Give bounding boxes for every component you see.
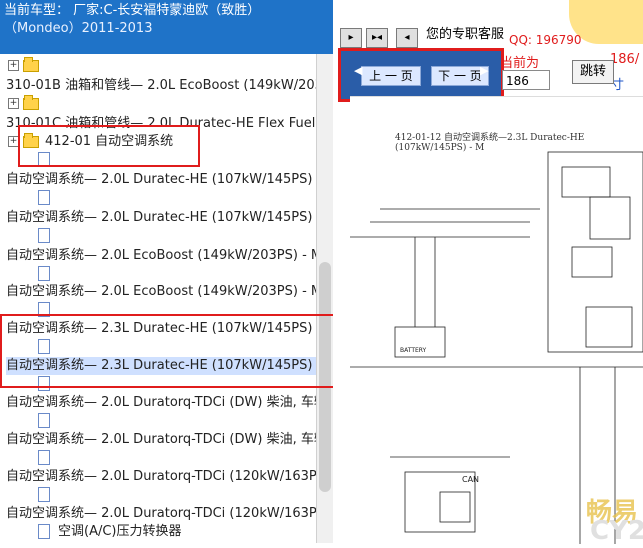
prev-arrow-icon: ◀ bbox=[354, 64, 363, 77]
tree-item-label: 自动空调系统— 2.0L Duratorq-TDCi (DW) 柴油, 车辆配 bbox=[6, 395, 333, 410]
tree-item[interactable]: 310-01B 油箱和管线— 2.0L EcoBoost (149kW/203P… bbox=[6, 77, 333, 95]
tree-doc-node[interactable] bbox=[0, 301, 330, 319]
tree-item-label: 自动空调系统— 2.0L EcoBoost (149kW/203PS) - MI… bbox=[6, 284, 333, 299]
tree-item[interactable]: 自动空调系统— 2.0L Duratorq-TDCi (120kW/163PS)… bbox=[6, 505, 333, 523]
tree-item[interactable]: 自动空调系统— 2.0L Duratorq-TDCi (DW) 柴油, 车辆配 bbox=[6, 394, 333, 412]
catalog-tree: +310-01B 油箱和管线— 2.0L EcoBoost (149kW/203… bbox=[0, 54, 333, 543]
tree-item-label: 310-01B 油箱和管线— 2.0L EcoBoost (149kW/203P… bbox=[6, 78, 333, 93]
can-label: CAN bbox=[462, 475, 479, 484]
battery-label: BATTERY bbox=[400, 347, 427, 354]
vehicle-line2: （Mondeo）2011-2013 bbox=[4, 21, 153, 36]
tree-item-label: 自动空调系统— 2.0L Duratorq-TDCi (120kW/163PS)… bbox=[6, 506, 333, 521]
tree-item[interactable]: 自动空调系统— 2.0L Duratorq-TDCi (DW) 柴油, 车辆配 bbox=[6, 431, 333, 449]
wiring-diagram-svg: BATTERY CAN bbox=[350, 151, 643, 544]
tree-folder-node[interactable]: + bbox=[8, 56, 333, 75]
tree-doc-node[interactable] bbox=[0, 375, 330, 393]
page-number-input[interactable]: 186 bbox=[502, 70, 550, 90]
tree-item[interactable]: 自动空调系统— 2.3L Duratec-HE (107kW/145PS) - … bbox=[6, 357, 333, 375]
tree-scroll-thumb[interactable] bbox=[319, 262, 331, 492]
tree-doc-node[interactable] bbox=[0, 412, 330, 430]
vehicle-line1: 当前车型： 厂家:C-长安福特蒙迪欧（致胜） bbox=[4, 3, 261, 18]
tree-folder-node[interactable]: + bbox=[8, 94, 333, 113]
tree-doc-node[interactable] bbox=[0, 338, 330, 356]
expand-icon[interactable]: + bbox=[8, 60, 19, 71]
tree-doc-node[interactable]: 空调(A/C)压力转换器 bbox=[0, 523, 330, 541]
document-icon bbox=[38, 302, 50, 317]
toolbar-fit-button[interactable]: ▸◂ bbox=[366, 28, 388, 48]
tree-item[interactable]: 自动空调系统— 2.3L Duratec-HE (107kW/145PS) - … bbox=[6, 320, 333, 338]
tree-scrollbar[interactable] bbox=[316, 54, 333, 543]
document-icon bbox=[38, 190, 50, 205]
document-icon bbox=[38, 524, 50, 539]
prev-page-button[interactable]: 上 一 页 bbox=[361, 66, 421, 86]
tree-item[interactable]: 自动空调系统— 2.0L EcoBoost (149kW/203PS) - MI… bbox=[6, 283, 333, 301]
tree-item[interactable]: 自动空调系统— 2.0L Duratec-HE (107kW/145PS) - … bbox=[6, 171, 333, 189]
tree-item-label: 空调(A/C)压力转换器 bbox=[58, 524, 182, 539]
folder-icon bbox=[23, 56, 39, 72]
tree-item-label: 310-01C 油箱和管线— 2.0L Duratec-HE Flex Fuel… bbox=[6, 116, 333, 131]
tree-doc-node[interactable] bbox=[0, 486, 330, 504]
tree-item-label: 自动空调系统— 2.0L Duratec-HE (107kW/145PS) - … bbox=[6, 210, 333, 225]
tree-doc-node[interactable] bbox=[0, 265, 330, 283]
tree-item[interactable]: 自动空调系统— 2.0L Duratec-HE (107kW/145PS) - … bbox=[6, 209, 333, 227]
go-page-button[interactable]: 跳转 bbox=[572, 60, 614, 84]
tree-item-label: 自动空调系统— 2.0L Duratec-HE (107kW/145PS) - … bbox=[6, 172, 333, 187]
document-icon bbox=[38, 487, 50, 502]
tree-item-label: 自动空调系统— 2.3L Duratec-HE (107kW/145PS) - … bbox=[6, 321, 333, 336]
document-icon bbox=[38, 376, 50, 391]
current-page-label: 当前为 bbox=[500, 56, 540, 71]
document-icon bbox=[38, 339, 50, 354]
tree-item-label: 自动空调系统— 2.0L Duratorq-TDCi (DW) 柴油, 车辆配 bbox=[6, 432, 333, 447]
tree-doc-node[interactable] bbox=[0, 189, 330, 207]
diagram-title: 412-01-12 自动空调系统—2.3L Duratec-HE (107kW/… bbox=[395, 133, 585, 153]
document-icon bbox=[38, 450, 50, 465]
tree-doc-node[interactable] bbox=[0, 449, 330, 467]
tree-item[interactable]: 310-01C 油箱和管线— 2.0L Duratec-HE Flex Fuel… bbox=[6, 115, 333, 133]
watermark-text-2: CY2 bbox=[590, 516, 643, 546]
toolbar-arrow-button[interactable]: ▸ bbox=[340, 28, 362, 48]
expand-icon[interactable]: + bbox=[8, 98, 19, 109]
document-icon bbox=[38, 152, 50, 167]
wiring-diagram: BATTERY CAN bbox=[350, 96, 643, 544]
tree-item-label: 自动空调系统— 2.3L Duratec-HE (107kW/145PS) - … bbox=[6, 358, 333, 373]
qq-text: QQ: 196790 bbox=[509, 33, 582, 47]
tree-item[interactable]: 自动空调系统— 2.0L Duratorq-TDCi (120kW/163PS)… bbox=[6, 468, 333, 486]
document-icon bbox=[38, 413, 50, 428]
document-icon bbox=[38, 266, 50, 281]
tree-folder-node[interactable]: +412-01 自动空调系统 bbox=[8, 132, 333, 151]
tree-item-label: 412-01 自动空调系统 bbox=[45, 134, 174, 149]
tree-item[interactable]: 自动空调系统— 2.0L EcoBoost (149kW/203PS) - MI… bbox=[6, 247, 333, 265]
page-total: 186/ bbox=[610, 52, 640, 67]
tree-doc-node[interactable] bbox=[0, 151, 330, 169]
expand-icon[interactable]: + bbox=[8, 136, 19, 147]
toolbar-left-button[interactable]: ◂ bbox=[396, 28, 418, 48]
service-text: 您的专职客服 bbox=[426, 27, 505, 42]
left-panel: 当前车型： 厂家:C-长安福特蒙迪欧（致胜） （Mondeo）2011-2013… bbox=[0, 0, 333, 543]
tree-doc-node[interactable] bbox=[0, 227, 330, 245]
current-vehicle-header: 当前车型： 厂家:C-长安福特蒙迪欧（致胜） （Mondeo）2011-2013 bbox=[0, 0, 333, 54]
tree-item-label: 自动空调系统— 2.0L EcoBoost (149kW/203PS) - MI… bbox=[6, 248, 333, 263]
tree-item-label: 自动空调系统— 2.0L Duratorq-TDCi (120kW/163PS)… bbox=[6, 469, 333, 484]
folder-icon bbox=[23, 94, 39, 110]
next-arrow-icon: ▶ bbox=[480, 64, 489, 77]
folder-icon bbox=[23, 132, 39, 148]
document-icon bbox=[38, 228, 50, 243]
